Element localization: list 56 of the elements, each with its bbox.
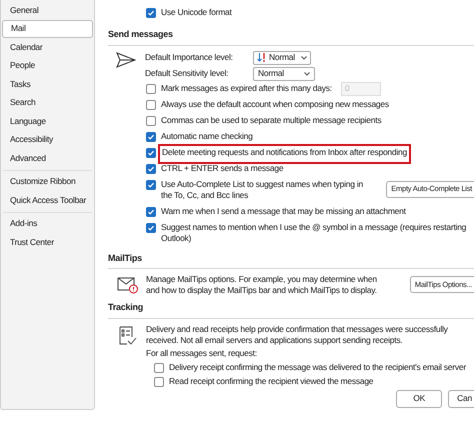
checkbox[interactable] [146,206,156,216]
sidebar-item[interactable]: Trust Center [2,233,93,252]
option-label: Commas can be used to separate multiple message recipients [161,114,382,127]
option-label: Use Auto-Complete List to suggest names when typing in the To, Cc, and Bcc lines [161,178,364,200]
checkbox[interactable] [146,8,156,18]
section-heading: Tracking [108,301,144,314]
section-heading: Send messages [108,28,174,41]
sidebar-item[interactable]: Language [2,112,93,130]
sidebar-item[interactable]: Tasks [2,75,93,94]
sensitivity-label: Default Sensitivity level: [145,67,230,80]
option-label: Warn me when I send a message that may be missing an attachment [161,206,407,218]
sidebar-item[interactable]: Search [2,94,93,112]
option-label: Delivery receipt confirming the message was delivered to the recipient's email server [169,362,466,372]
sidebar-item[interactable]: Advanced [2,149,93,168]
checkbox[interactable] [146,132,156,142]
importance-icon [257,53,266,62]
sensitivity-dropdown[interactable]: Normal [253,66,315,80]
dialog-button[interactable]: Can [448,390,474,408]
checkbox[interactable] [146,148,156,158]
section-heading: MailTips [108,252,143,265]
checkbox[interactable] [146,100,156,110]
sidebar-item[interactable]: Mail [2,20,93,38]
checkbox[interactable] [154,376,164,386]
sidebar-item[interactable]: General [2,1,93,20]
option-label: Use Unicode format [161,7,232,19]
checkbox[interactable] [146,116,156,126]
checkbox[interactable] [146,84,156,94]
checkbox[interactable] [146,180,156,190]
option-label: Read receipt confirming the recipient viewed the message [169,376,374,386]
request-label: For all messages sent, request: [146,348,258,358]
dialog-button[interactable]: OK [396,390,442,408]
checkbox[interactable] [146,164,156,174]
checklist-icon [119,326,137,346]
mailtips-description: Manage MailTips options. For example, you may determine when and how to display the MailTips bar and which MailTips to display. [146,274,378,296]
sidebar-item[interactable]: Accessibility [2,130,93,149]
option-label: Always use the default account when composing new messages [161,98,389,111]
importance-dropdown[interactable]: Normal [253,50,311,64]
sidebar-item[interactable]: Calendar [2,38,93,56]
option-label: Delete meeting requests and notifications from Inbox after responding [161,146,408,160]
sidebar-item[interactable]: People [2,56,93,75]
checkbox[interactable] [146,222,156,232]
send-icon [116,52,136,68]
sidebar-item[interactable]: Quick Access Toolbar [2,191,93,210]
option-label: Mark messages as expired after this many days: [161,82,332,94]
tracking-description: Delivery and read receipts help provide confirmation that messages were successfully received. Not all email servers and applications support sending receipts. [146,324,449,346]
chevron-icon [301,56,307,60]
sidebar-item[interactable]: Add-ins [2,214,93,233]
days-spinner: 0 [340,82,381,96]
chevron-icon [304,72,310,76]
importance-label: Default Importance level: [145,51,234,64]
option-label: Suggest names to mention when I use the @ symbol in a message (requires restarting Outlook) [161,222,468,245]
sidebar-item[interactable]: Customize Ribbon [2,172,93,191]
checkbox[interactable] [154,362,164,372]
option-label: Automatic name checking [161,130,253,143]
mail-warning-icon [117,276,139,294]
option-label: CTRL + ENTER sends a message [161,162,284,175]
